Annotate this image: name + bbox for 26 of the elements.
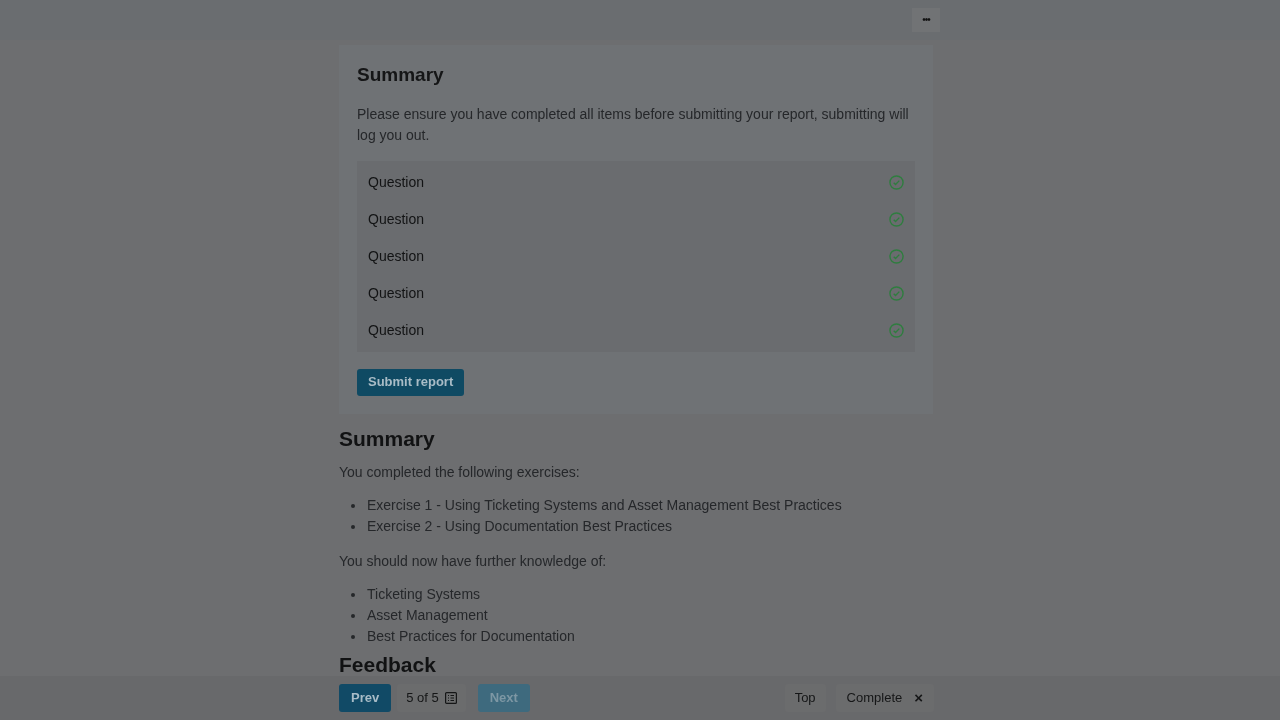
question-label: Question (368, 246, 425, 266)
card-note: Please ensure you have completed all items before submitting your report, submitting will log you out. (357, 104, 910, 145)
submit-report-button[interactable]: Submit report (357, 368, 465, 396)
list-item: Exercise 2 - Using Documentation Best Practices (367, 517, 672, 536)
more-menu-button[interactable]: ••• (912, 8, 940, 32)
card-title: Summary (357, 63, 445, 87)
section-heading: Summary (339, 425, 436, 452)
section-heading: Feedback (339, 653, 437, 677)
list-item: Asset Management (367, 606, 488, 625)
prev-button[interactable]: Prev (339, 684, 392, 712)
bullet-icon (351, 613, 355, 618)
list-item: Exercise 1 - Using Ticketing Systems and Asset Management Best Practices (367, 496, 842, 515)
paragraph: You completed the following exercises: (339, 463, 581, 482)
question-label: Question (368, 283, 425, 303)
paragraph: You should now have further knowledge of: (339, 552, 608, 571)
bullet-icon (351, 524, 355, 529)
bullet-icon (351, 592, 355, 597)
question-label: Question (368, 172, 425, 192)
list-item: Ticketing Systems (367, 585, 481, 604)
question-label: Question (368, 320, 425, 340)
bullet-icon (351, 634, 355, 639)
list-icon (444, 692, 457, 704)
list-item: Best Practices for Documentation (367, 627, 575, 646)
close-icon: × (914, 686, 923, 710)
bullet-icon (351, 503, 355, 508)
question-label: Question (368, 209, 425, 229)
